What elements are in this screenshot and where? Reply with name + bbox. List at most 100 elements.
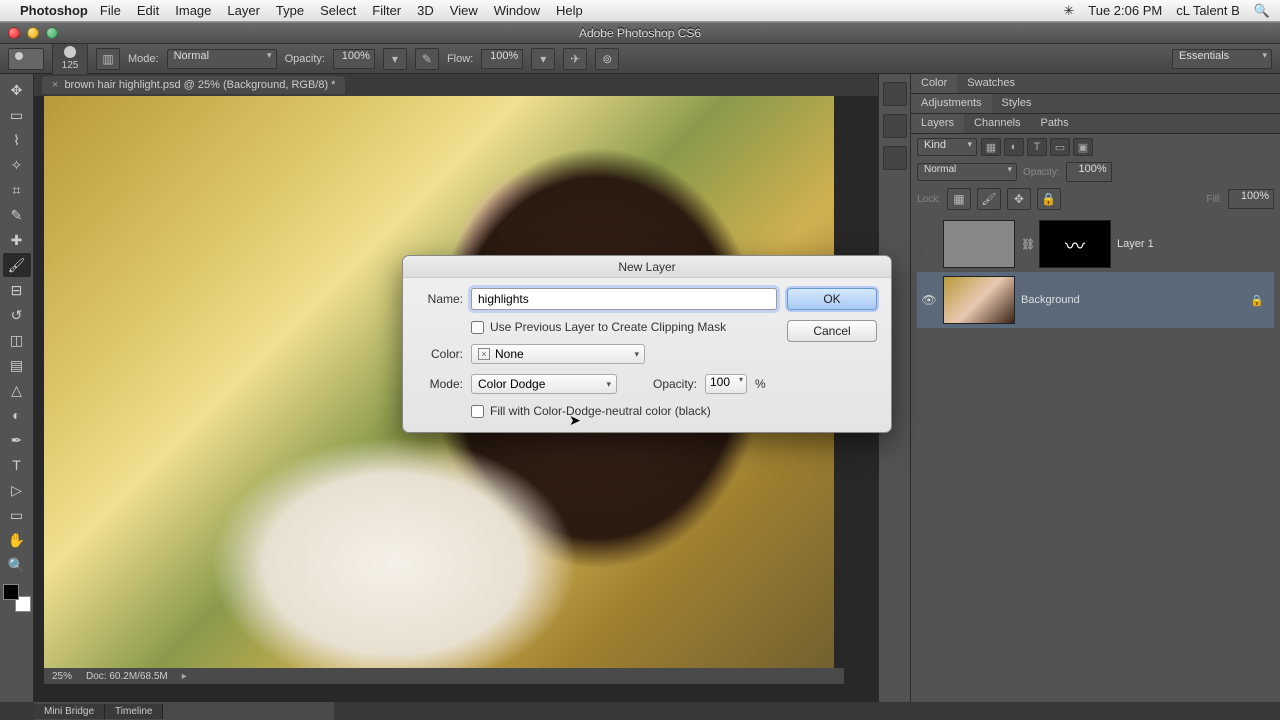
tablet-pressure-size-icon[interactable]: ⊚ [595, 48, 619, 70]
opt-opacity-flyout-icon[interactable]: ▾ [383, 48, 407, 70]
lock-position-icon[interactable]: ✥ [1007, 188, 1031, 210]
menubar-user[interactable]: cL Talent B [1176, 3, 1240, 18]
dlg-opacity-input[interactable]: 100 [705, 374, 747, 394]
menu-3d[interactable]: 3D [417, 3, 434, 18]
opt-opacity-input[interactable]: 100% [333, 49, 375, 69]
menu-view[interactable]: View [450, 3, 478, 18]
layer-thumb[interactable] [943, 276, 1015, 324]
opt-mode-select[interactable]: Normal [167, 49, 277, 69]
tab-paths[interactable]: Paths [1031, 114, 1079, 133]
tool-preset-picker[interactable] [8, 48, 44, 70]
dlg-clipping-checkbox[interactable]: Use Previous Layer to Create Clipping Ma… [471, 320, 777, 334]
menu-edit[interactable]: Edit [137, 3, 159, 18]
layer-blend-mode[interactable]: Normal [917, 163, 1017, 181]
opt-flow-flyout-icon[interactable]: ▾ [531, 48, 555, 70]
pen-tool-icon[interactable]: ✒ [3, 428, 31, 452]
tab-styles[interactable]: Styles [992, 94, 1042, 113]
filter-adjust-icon[interactable]: ◐ [1004, 138, 1024, 156]
blur-tool-icon[interactable]: △ [3, 378, 31, 402]
gradient-tool-icon[interactable]: ▤ [3, 353, 31, 377]
shape-tool-icon[interactable]: ▭ [3, 503, 31, 527]
ok-button[interactable]: OK [787, 288, 877, 310]
tab-adjustments[interactable]: Adjustments [911, 94, 992, 113]
tab-channels[interactable]: Channels [964, 114, 1030, 133]
menu-image[interactable]: Image [175, 3, 211, 18]
menu-filter[interactable]: Filter [372, 3, 401, 18]
layer-thumb[interactable] [943, 220, 1015, 268]
eraser-tool-icon[interactable]: ◫ [3, 328, 31, 352]
layer-visibility-icon[interactable]: 👁 [921, 293, 937, 307]
menu-window[interactable]: Window [494, 3, 540, 18]
brush-panel-toggle[interactable]: ▥ [96, 48, 120, 70]
zoom-tool-icon[interactable]: 🔍 [3, 553, 31, 577]
type-tool-icon[interactable]: T [3, 453, 31, 477]
window-close-button[interactable] [8, 27, 20, 39]
layer-mask-thumb[interactable]: 〰 [1039, 220, 1111, 268]
quick-select-tool-icon[interactable]: ✧ [3, 153, 31, 177]
collapsed-panel-icon[interactable] [883, 82, 907, 106]
doc-info[interactable]: Doc: 60.2M/68.5M [86, 671, 168, 682]
opt-flow-input[interactable]: 100% [481, 49, 523, 69]
filter-shape-icon[interactable]: ▭ [1050, 138, 1070, 156]
app-menu[interactable]: Photoshop [20, 3, 88, 18]
layer-mask-link-icon[interactable]: ⛓ [1021, 238, 1033, 251]
zoom-value[interactable]: 25% [52, 671, 72, 682]
layer-row[interactable]: 👁 Background 🔒 [917, 272, 1274, 328]
lock-all-icon[interactable]: 🔒 [1037, 188, 1061, 210]
airbrush-icon[interactable]: ✈ [563, 48, 587, 70]
dlg-mode-select[interactable]: Color Dodge [471, 374, 617, 394]
stamp-tool-icon[interactable]: ⊟ [3, 278, 31, 302]
healing-tool-icon[interactable]: ✚ [3, 228, 31, 252]
close-tab-icon[interactable]: × [52, 79, 58, 91]
layer-fill-input[interactable]: 100% [1228, 189, 1274, 209]
layer-name[interactable]: Layer 1 [1117, 238, 1270, 250]
window-zoom-button[interactable] [46, 27, 58, 39]
layer-row[interactable]: ⛓ 〰 Layer 1 [917, 216, 1274, 272]
path-select-tool-icon[interactable]: ▷ [3, 478, 31, 502]
menu-type[interactable]: Type [276, 3, 304, 18]
menubar-clock[interactable]: Tue 2:06 PM [1088, 3, 1162, 18]
layer-opacity-input[interactable]: 100% [1066, 162, 1112, 182]
lock-pixels-icon[interactable]: 🖌 [977, 188, 1001, 210]
tab-color[interactable]: Color [911, 74, 957, 93]
dlg-fill-neutral-checkbox[interactable]: Fill with Color-Dodge-neutral color (bla… [471, 404, 777, 418]
brush-tool-icon[interactable]: 🖌 [3, 253, 31, 277]
tab-timeline[interactable]: Timeline [105, 704, 163, 719]
dlg-color-select[interactable]: × None [471, 344, 645, 364]
menu-help[interactable]: Help [556, 3, 583, 18]
checkbox-icon[interactable] [471, 321, 484, 334]
dodge-tool-icon[interactable]: ◐ [3, 403, 31, 427]
collapsed-panel-icon[interactable] [883, 114, 907, 138]
tablet-pressure-opacity-icon[interactable]: ✎ [415, 48, 439, 70]
window-minimize-button[interactable] [27, 27, 39, 39]
dlg-name-input[interactable] [471, 288, 777, 310]
filter-type-icon[interactable]: T [1027, 138, 1047, 156]
collapsed-panel-icon[interactable] [883, 146, 907, 170]
crop-tool-icon[interactable]: ⌗ [3, 178, 31, 202]
hand-tool-icon[interactable]: ✋ [3, 528, 31, 552]
tab-layers[interactable]: Layers [911, 114, 964, 133]
filter-pixel-icon[interactable]: ▦ [981, 138, 1001, 156]
workspace-switcher[interactable]: Essentials [1172, 49, 1272, 69]
sync-icon[interactable]: ✳ [1063, 3, 1074, 19]
layer-name[interactable]: Background [1021, 294, 1244, 306]
filter-smart-icon[interactable]: ▣ [1073, 138, 1093, 156]
checkbox-icon[interactable] [471, 405, 484, 418]
marquee-tool-icon[interactable]: ▭ [3, 103, 31, 127]
lasso-tool-icon[interactable]: ⌇ [3, 128, 31, 152]
menu-file[interactable]: File [100, 3, 121, 18]
menu-layer[interactable]: Layer [227, 3, 260, 18]
lock-transparent-icon[interactable]: ▦ [947, 188, 971, 210]
document-tab[interactable]: × brown hair highlight.psd @ 25% (Backgr… [42, 76, 345, 94]
spotlight-icon[interactable]: 🔍 [1254, 3, 1270, 19]
cancel-button[interactable]: Cancel [787, 320, 877, 342]
menu-select[interactable]: Select [320, 3, 356, 18]
fg-bg-colors[interactable] [3, 584, 31, 612]
brush-preset-picker[interactable]: 125 [52, 42, 88, 76]
tab-mini-bridge[interactable]: Mini Bridge [34, 704, 105, 719]
move-tool-icon[interactable]: ✥ [3, 78, 31, 102]
layer-filter-kind[interactable]: Kind [917, 138, 977, 156]
eyedropper-tool-icon[interactable]: ✎ [3, 203, 31, 227]
tab-swatches[interactable]: Swatches [957, 74, 1025, 93]
history-brush-tool-icon[interactable]: ↺ [3, 303, 31, 327]
